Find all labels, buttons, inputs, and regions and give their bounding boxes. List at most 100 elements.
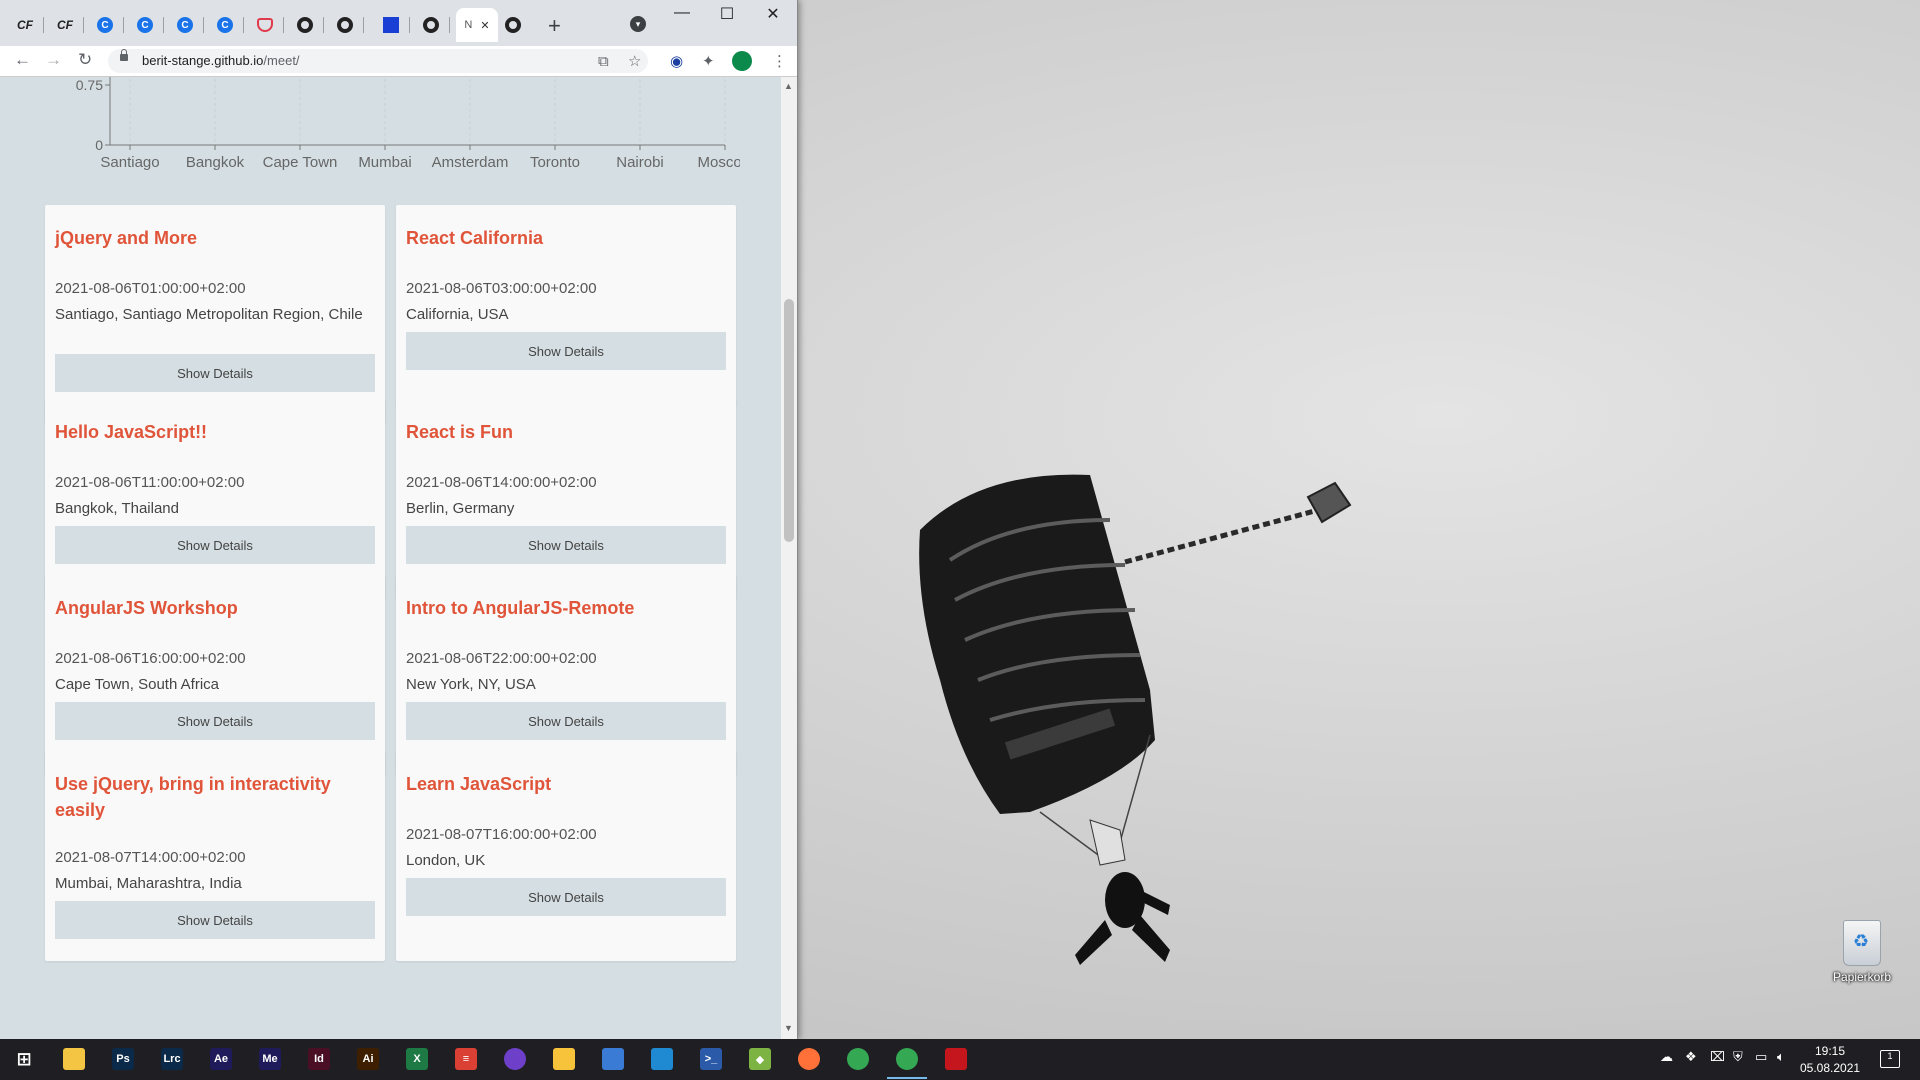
notion-icon[interactable] <box>602 1048 624 1070</box>
recycle-bin[interactable]: Papierkorb <box>1822 920 1902 984</box>
github-icon <box>337 17 353 33</box>
firefox-icon[interactable] <box>798 1048 820 1070</box>
event-location: Mumbai, Maharashtra, India <box>55 875 242 892</box>
extension-globe-icon[interactable]: ◉ <box>670 52 683 70</box>
tab-github-3[interactable] <box>412 8 450 42</box>
minimize-button[interactable]: — <box>662 4 702 22</box>
tab-active[interactable]: N ✕ <box>456 8 498 42</box>
show-details-button[interactable]: Show Details <box>55 354 375 392</box>
event-location: New York, NY, USA <box>406 676 536 693</box>
indesign-icon[interactable]: Id <box>308 1048 330 1070</box>
x-tick-label: Amsterdam <box>432 154 509 171</box>
notification-center-icon[interactable]: 1 <box>1880 1050 1900 1068</box>
notification-count: 1 <box>1887 1051 1893 1061</box>
photoshop-icon[interactable]: Ps <box>112 1048 134 1070</box>
extensions-puzzle-icon[interactable]: ✦ <box>702 52 715 70</box>
scrollbar-thumb[interactable] <box>784 299 794 542</box>
github-icon <box>505 17 521 33</box>
tab-github-4[interactable] <box>494 8 532 42</box>
tab-c-2[interactable]: C <box>126 8 164 42</box>
menu-dots-icon[interactable]: ⋮ <box>772 52 787 70</box>
lightroom-classic-icon[interactable]: Lrc <box>161 1048 183 1070</box>
tab-c-1[interactable]: C <box>86 8 124 42</box>
c-icon: C <box>137 17 153 33</box>
tab-github-2[interactable] <box>326 8 364 42</box>
acrobat-icon[interactable] <box>945 1048 967 1070</box>
cf-icon: CF <box>57 18 73 32</box>
show-details-button[interactable]: Show Details <box>406 332 726 370</box>
event-title: Learn JavaScript <box>406 774 552 794</box>
tab-c-3[interactable]: C <box>166 8 204 42</box>
file-explorer-icon[interactable] <box>63 1048 85 1070</box>
x-tick-label: Bangkok <box>186 154 245 171</box>
show-details-button[interactable]: Show Details <box>406 878 726 916</box>
tab-cf-2[interactable]: CF <box>46 8 84 42</box>
start-windows-icon[interactable]: ⊞ <box>13 1048 35 1070</box>
bookmark-star-icon[interactable]: ☆ <box>628 52 641 70</box>
tab-github-1[interactable] <box>286 8 324 42</box>
x-tick-label: Nairobi <box>616 154 664 171</box>
new-tab-button[interactable]: + <box>548 13 561 39</box>
tab-cf-1[interactable]: CF <box>6 8 44 42</box>
open-in-app-icon[interactable]: ⧉ <box>598 53 609 70</box>
show-details-button[interactable]: Show Details <box>55 526 375 564</box>
profile-avatar[interactable] <box>732 51 752 71</box>
browser-window: CF CF C C C C N ✕ + ▾ — ☐ ✕ ← → ↻ berit-… <box>0 0 798 1039</box>
address-bar[interactable]: berit-stange.github.io/meet/ ⧉ ☆ <box>108 49 648 73</box>
event-card: React is Fun 2021-08-06T14:00:00+02:00 Ber… <box>396 399 736 599</box>
event-datetime: 2021-08-06T11:00:00+02:00 <box>55 474 245 491</box>
event-card: jQuery and More 2021-08-06T01:00:00+02:00… <box>45 205 385 423</box>
vscode-icon[interactable] <box>651 1048 673 1070</box>
show-details-button[interactable]: Show Details <box>406 702 726 740</box>
forward-arrow-icon[interactable]: → <box>45 50 62 70</box>
event-location: Bangkok, Thailand <box>55 500 179 517</box>
tab-pocket[interactable] <box>246 8 284 42</box>
tab-blue[interactable] <box>372 8 410 42</box>
dropbox-icon[interactable]: ❖ <box>1685 1049 1697 1065</box>
reload-icon[interactable]: ↻ <box>78 50 92 70</box>
events-chart: Santiago Bangkok Cape Town Mumbai Amsterdam T… <box>76 77 740 171</box>
x-tick-label: Mumbai <box>358 154 411 171</box>
github-desktop-icon[interactable] <box>504 1048 526 1070</box>
event-location: California, USA <box>406 306 509 323</box>
event-datetime: 2021-08-07T14:00:00+02:00 <box>55 849 246 866</box>
sublime-icon[interactable] <box>553 1048 575 1070</box>
back-arrow-icon[interactable]: ← <box>14 50 31 70</box>
excel-icon[interactable]: X <box>406 1048 428 1070</box>
onedrive-icon[interactable]: ☁ <box>1660 1049 1673 1065</box>
tab-c-4[interactable]: C <box>206 8 244 42</box>
close-tab-icon[interactable]: ✕ <box>480 19 489 32</box>
show-details-button[interactable]: Show Details <box>55 702 375 740</box>
event-title: Hello JavaScript!! <box>55 422 208 442</box>
git-icon[interactable]: ◆ <box>749 1048 771 1070</box>
url-text[interactable]: berit-stange.github.io/meet/ <box>142 53 300 68</box>
close-window-button[interactable]: ✕ <box>753 4 793 24</box>
after-effects-icon[interactable]: Ae <box>210 1048 232 1070</box>
url-host: berit-stange.github.io <box>142 53 264 68</box>
x-tick-label: Moscow <box>697 154 740 171</box>
page-scrollbar[interactable]: ▲ ▼ <box>781 77 797 1039</box>
chrome-icon[interactable] <box>847 1048 869 1070</box>
media-encoder-icon[interactable]: Me <box>259 1048 281 1070</box>
windows-taskbar: ⊞ Ps Lrc Ae Me Id Ai X ≡ >_ ◆ ☁ ❖ ⌧ ⛨ ▭ 🔈︎ 19:15 … <box>0 1039 1920 1080</box>
maximize-button[interactable]: ☐ <box>707 4 747 24</box>
illustrator-icon[interactable]: Ai <box>357 1048 379 1070</box>
event-datetime: 2021-08-06T22:00:00+02:00 <box>406 650 597 667</box>
y-tick-label: 0.75 <box>76 77 103 93</box>
event-title: React California <box>406 228 544 248</box>
powershell-icon[interactable]: >_ <box>700 1048 722 1070</box>
url-path: /meet/ <box>263 53 300 68</box>
show-details-button[interactable]: Show Details <box>406 526 726 564</box>
system-clock[interactable]: 19:15 05.08.2021 <box>1800 1043 1860 1077</box>
tab-search-icon[interactable]: ▾ <box>630 16 646 32</box>
network-icon[interactable]: ▭ <box>1755 1049 1767 1065</box>
show-details-button[interactable]: Show Details <box>55 901 375 939</box>
pocket-icon <box>257 18 273 32</box>
security-shield-icon[interactable]: ⛨ <box>1733 1049 1743 1065</box>
scroll-up-icon[interactable]: ▲ <box>784 81 793 91</box>
volume-icon[interactable]: 🔈︎ <box>1777 1049 1785 1065</box>
scroll-down-icon[interactable]: ▼ <box>784 1023 793 1033</box>
chrome-active-icon[interactable] <box>887 1048 927 1079</box>
todoist-icon[interactable]: ≡ <box>455 1048 477 1070</box>
usb-icon[interactable]: ⌧ <box>1710 1049 1725 1065</box>
